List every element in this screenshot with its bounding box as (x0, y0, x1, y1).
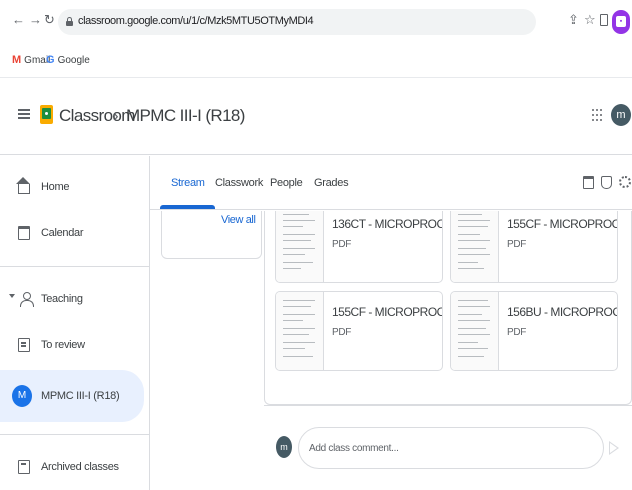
attachment-title: 136CT - MICROPROCESS... (332, 217, 443, 231)
archive-icon (18, 460, 30, 474)
gmail-icon: M (12, 54, 22, 66)
sidebar-item-home[interactable]: Home (0, 166, 144, 210)
menu-icon[interactable] (18, 109, 30, 119)
gear-icon[interactable] (619, 176, 631, 188)
bookmark-gmail[interactable]: M Gmail (12, 54, 50, 66)
lock-icon[interactable] (66, 17, 73, 26)
url-text[interactable]: classroom.google.com/u/1/c/Mzk5MTU5OTMyM… (78, 15, 314, 27)
attachment-type: PDF (507, 327, 527, 338)
bookmark-google[interactable]: G Google (46, 54, 90, 66)
tab-grades[interactable]: Grades (314, 177, 349, 189)
class-comment-input[interactable] (309, 440, 589, 456)
attachment-title: 155CF - MICROPROCESS... (507, 217, 617, 231)
browser-toolbar: ← → ↻ classroom.google.com/u/1/c/Mzk5MTU… (0, 0, 632, 44)
address-bar[interactable]: classroom.google.com/u/1/c/Mzk5MTU5OTMyM… (58, 9, 536, 35)
attachment-title: 156BU - MICROPROCESS... (507, 305, 617, 319)
sidebar-item-label: Calendar (41, 227, 84, 239)
sidebar-item-label: To review (41, 339, 85, 351)
sidebar-item-label: Archived classes (41, 461, 119, 473)
calendar-icon[interactable] (583, 176, 594, 189)
view-all-link[interactable]: View all (221, 214, 256, 226)
tab-stream[interactable]: Stream (171, 177, 205, 189)
class-tabs: Stream Classwork People Grades (150, 156, 632, 210)
star-icon[interactable]: ☆ (584, 13, 596, 27)
classroom-logo-icon[interactable] (40, 105, 53, 124)
chevron-down-icon[interactable] (9, 294, 15, 298)
sidebar: Home Calendar Teaching To review M MPMC … (0, 156, 150, 490)
reload-icon[interactable]: ↻ (44, 12, 55, 28)
arrow-left-icon[interactable]: ← (12, 12, 25, 28)
share-icon[interactable]: ⇪ (568, 13, 579, 27)
send-icon[interactable] (609, 441, 619, 455)
apps-grid-icon[interactable] (592, 109, 602, 122)
sidebar-item-to-review[interactable]: To review (0, 324, 144, 368)
sidebar-item-label: MPMC III-I (R18) (41, 390, 120, 402)
attachment-type: PDF (332, 327, 352, 338)
attachment-card[interactable]: 155CF - MICROPROCESS... PDF (275, 291, 443, 371)
sidebar-item-class[interactable]: M MPMC III-I (R18) (0, 370, 144, 422)
browser-profile-avatar[interactable]: ▪ (612, 10, 630, 34)
attachment-type: PDF (332, 239, 352, 250)
calendar-icon (18, 226, 30, 240)
attachment-card[interactable]: 156BU - MICROPROCESS... PDF (450, 291, 618, 371)
comment-divider (264, 405, 632, 406)
account-avatar[interactable]: m (611, 104, 631, 126)
sidebar-item-archived[interactable]: Archived classes (0, 446, 144, 490)
side-panel-icon[interactable] (600, 14, 608, 26)
active-tab-indicator (160, 205, 215, 209)
sidebar-item-calendar[interactable]: Calendar (0, 212, 144, 256)
attachment-card[interactable]: 136CT - MICROPROCESS... PDF (275, 211, 443, 283)
stream-content: View all 136CT - MICROPROCESS... PDF 155… (151, 211, 632, 490)
class-comment-box[interactable] (298, 427, 604, 469)
review-icon (18, 338, 30, 352)
pdf-thumbnail (451, 211, 499, 282)
pdf-thumbnail (276, 292, 324, 370)
profile-icon: ▪ (616, 16, 626, 27)
home-icon (16, 177, 30, 194)
attachment-title: 155CF - MICROPROCESS... (332, 305, 442, 319)
attachment-type: PDF (507, 239, 527, 250)
app-name-link[interactable]: Classroom (59, 106, 135, 126)
app-header: Classroom › MPMC III-I (R18) m (0, 79, 632, 155)
tab-classwork[interactable]: Classwork (215, 177, 263, 189)
pdf-thumbnail (451, 292, 499, 370)
pdf-thumbnail (276, 211, 324, 282)
sidebar-item-teaching[interactable]: Teaching (0, 278, 144, 322)
class-avatar: M (12, 385, 32, 407)
attachment-card[interactable]: 155CF - MICROPROCESS... PDF (450, 211, 618, 283)
bookmarks-bar: M Gmail G Google (0, 44, 632, 78)
drive-folder-icon[interactable] (601, 176, 612, 189)
sidebar-divider (0, 434, 150, 435)
sidebar-item-label: Teaching (41, 293, 83, 305)
breadcrumb-separator: › (113, 106, 119, 125)
page-title[interactable]: MPMC III-I (R18) (126, 106, 245, 126)
upcoming-card: View all (161, 211, 262, 259)
commenter-avatar: m (276, 436, 292, 458)
tab-people[interactable]: People (270, 177, 303, 189)
google-icon: G (46, 54, 55, 66)
bookmark-label: Google (57, 55, 90, 66)
arrow-right-icon[interactable]: → (29, 12, 42, 28)
sidebar-divider (0, 266, 150, 267)
sidebar-item-label: Home (41, 181, 70, 193)
people-icon (20, 292, 34, 307)
